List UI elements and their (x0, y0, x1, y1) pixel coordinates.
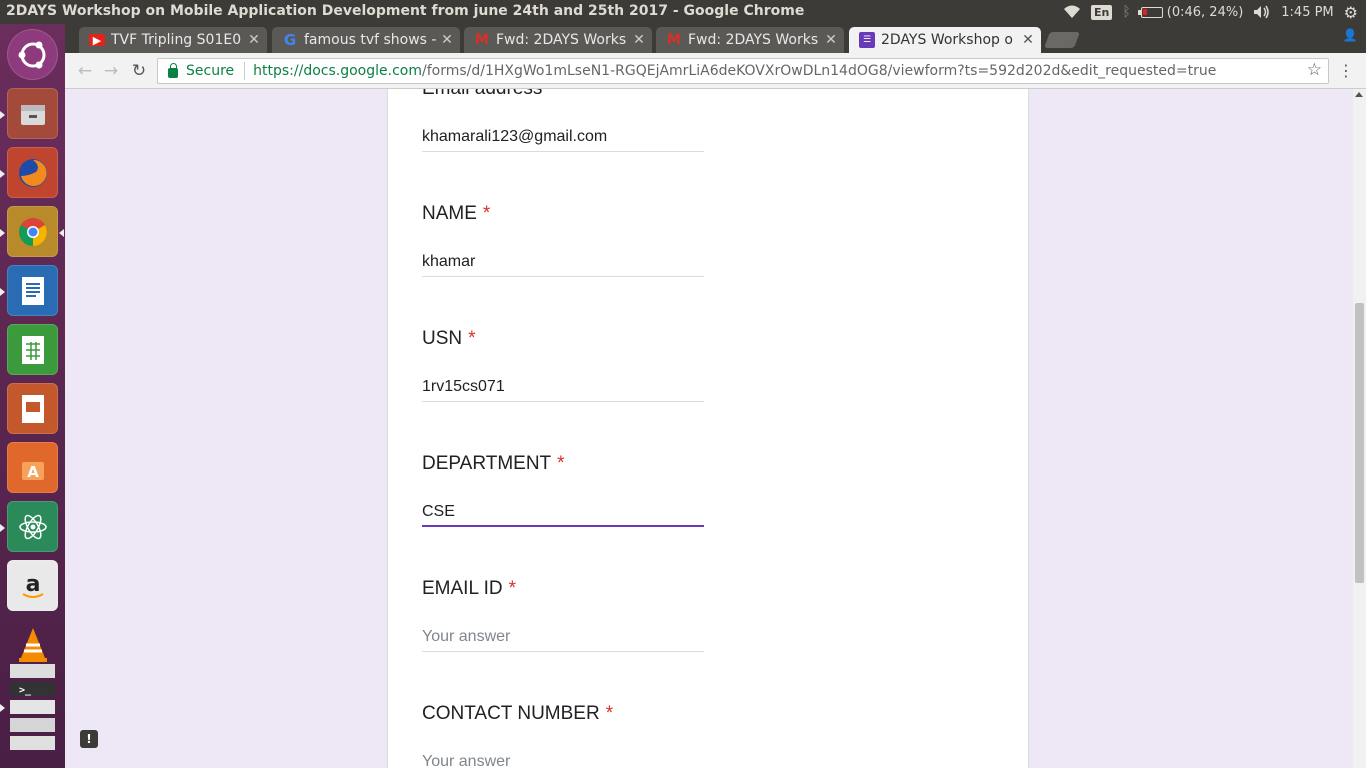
chrome-icon[interactable] (7, 206, 58, 257)
svg-text:A: A (27, 463, 39, 481)
browser-toolbar: ← → ↻ Secure https://docs.google.com /fo… (65, 53, 1366, 89)
chrome-menu-icon[interactable]: ⋮ (1338, 61, 1354, 80)
battery-text: (0:46, 24%) (1166, 4, 1244, 20)
name-input[interactable]: khamar (422, 251, 704, 277)
feedback-icon[interactable]: ! (80, 730, 98, 748)
launcher: A a >_ (0, 24, 65, 768)
tab-label: 2DAYS Workshop o (881, 32, 1013, 48)
reload-icon[interactable]: ↻ (129, 61, 149, 81)
question-email-id-title: EMAIL ID * (422, 578, 516, 600)
address-bar[interactable]: Secure https://docs.google.com /forms/d/… (157, 58, 1329, 84)
tab-google-search[interactable]: G famous tvf shows - ✕ (272, 27, 460, 53)
new-tab-button[interactable] (1044, 32, 1080, 48)
secure-label: Secure (186, 63, 235, 79)
keyboard-language-indicator[interactable]: En (1091, 4, 1113, 20)
close-tab-icon[interactable]: ✕ (438, 32, 456, 48)
close-tab-icon[interactable]: ✕ (630, 32, 648, 48)
tab-gmail-1[interactable]: M Fwd: 2DAYS Works ✕ (464, 27, 652, 53)
tab-gmail-2[interactable]: M Fwd: 2DAYS Works ✕ (656, 27, 844, 53)
svg-text:>_: >_ (19, 685, 32, 696)
usn-input[interactable]: 1rv15cs071 (422, 376, 704, 402)
close-tab-icon[interactable]: ✕ (1019, 32, 1037, 48)
tab-label: Fwd: 2DAYS Works (496, 32, 627, 48)
libreoffice-calc-icon[interactable] (7, 324, 58, 375)
battery-icon (1137, 6, 1163, 18)
back-arrow-icon[interactable]: ← (75, 61, 95, 81)
volume-icon[interactable] (1253, 5, 1271, 19)
question-department-title: DEPARTMENT * (422, 453, 565, 475)
close-tab-icon[interactable]: ✕ (245, 32, 263, 48)
form-card: Email address khamarali123@gmail.com NAM… (387, 89, 1029, 768)
tab-bar: ▶ TVF Tripling S01E0 ✕ G famous tvf show… (65, 24, 1366, 53)
running-indicator (0, 704, 5, 712)
firefox-icon[interactable] (7, 147, 58, 198)
battery-indicator[interactable]: (0:46, 24%) (1137, 4, 1244, 20)
email-id-input[interactable]: Your answer (422, 626, 704, 652)
profile-icon[interactable]: 👤 (1342, 28, 1358, 44)
tab-google-forms[interactable]: ☰ 2DAYS Workshop o ✕ (849, 27, 1041, 53)
forms-icon: ☰ (859, 32, 875, 48)
running-indicator (0, 524, 5, 532)
atom-icon[interactable] (7, 501, 58, 552)
tab-label: Fwd: 2DAYS Works (688, 32, 819, 48)
question-label: CONTACT NUMBER (422, 703, 600, 724)
panel-indicators: En ᛒ (0:46, 24%) 1:45 PM ⚙ (1063, 0, 1366, 24)
question-contact-number-title: CONTACT NUMBER * (422, 703, 613, 725)
required-asterisk: * (508, 578, 516, 599)
url-host: https://docs.google.com (253, 63, 422, 79)
question-name-title: NAME * (422, 203, 490, 225)
divider (244, 62, 246, 80)
bluetooth-icon[interactable]: ᛒ (1122, 4, 1130, 20)
tab-youtube[interactable]: ▶ TVF Tripling S01E0 ✕ (79, 27, 267, 53)
tab-label: TVF Tripling S01E0 (111, 32, 242, 48)
page-content: Email address khamarali123@gmail.com NAM… (65, 89, 1353, 768)
department-input[interactable]: CSE (422, 501, 704, 527)
top-panel: 2DAYS Workshop on Mobile Application Dev… (0, 0, 1366, 24)
question-label: USN (422, 328, 463, 349)
files-icon[interactable] (7, 88, 58, 139)
running-indicator (0, 229, 5, 237)
question-label: DEPARTMENT (422, 453, 552, 474)
software-center-icon[interactable]: A (7, 442, 58, 493)
ubuntu-dash-icon[interactable] (7, 29, 58, 80)
required-asterisk: * (468, 328, 476, 349)
close-tab-icon[interactable]: ✕ (822, 32, 840, 48)
libreoffice-impress-icon[interactable] (7, 383, 58, 434)
gmail-icon: M (667, 32, 681, 48)
contact-number-input[interactable]: Your answer (422, 751, 704, 768)
settings-gear-icon[interactable]: ⚙ (1344, 3, 1358, 22)
google-icon: G (283, 31, 297, 49)
question-label: EMAIL ID (422, 578, 503, 599)
running-indicator (0, 111, 5, 119)
url-path: /forms/d/1HXgWo1mLseN1-RGQEjAmrLiA6deKOV… (421, 63, 1217, 79)
question-usn-title: USN * (422, 328, 476, 350)
lock-icon (168, 63, 178, 78)
scrollbar-thumb[interactable] (1355, 303, 1364, 583)
window-title: 2DAYS Workshop on Mobile Application Dev… (6, 3, 805, 19)
question-label: NAME (422, 203, 477, 224)
focused-indicator (59, 229, 64, 237)
email-address-field[interactable]: khamarali123@gmail.com (422, 126, 704, 152)
scroll-up-arrow-icon[interactable] (1355, 92, 1363, 97)
amazon-icon[interactable]: a (7, 560, 58, 611)
stacked-windows-icon[interactable]: >_ (7, 654, 58, 764)
required-asterisk: * (605, 703, 614, 724)
running-indicator (0, 288, 5, 296)
bookmark-star-icon[interactable]: ☆ (1307, 60, 1322, 80)
page-scrollbar[interactable] (1353, 89, 1366, 768)
clock[interactable]: 1:45 PM (1281, 5, 1333, 20)
libreoffice-writer-icon[interactable] (7, 265, 58, 316)
email-address-label: Email address (422, 89, 542, 100)
required-asterisk: * (557, 453, 565, 474)
tab-label: famous tvf shows - (304, 32, 437, 48)
running-indicator (0, 170, 5, 178)
wifi-icon[interactable] (1063, 5, 1081, 19)
svg-text:a: a (25, 572, 40, 597)
required-asterisk: * (482, 203, 491, 224)
gmail-icon: M (475, 32, 489, 48)
forward-arrow-icon[interactable]: → (101, 61, 121, 81)
youtube-icon: ▶ (89, 34, 105, 47)
